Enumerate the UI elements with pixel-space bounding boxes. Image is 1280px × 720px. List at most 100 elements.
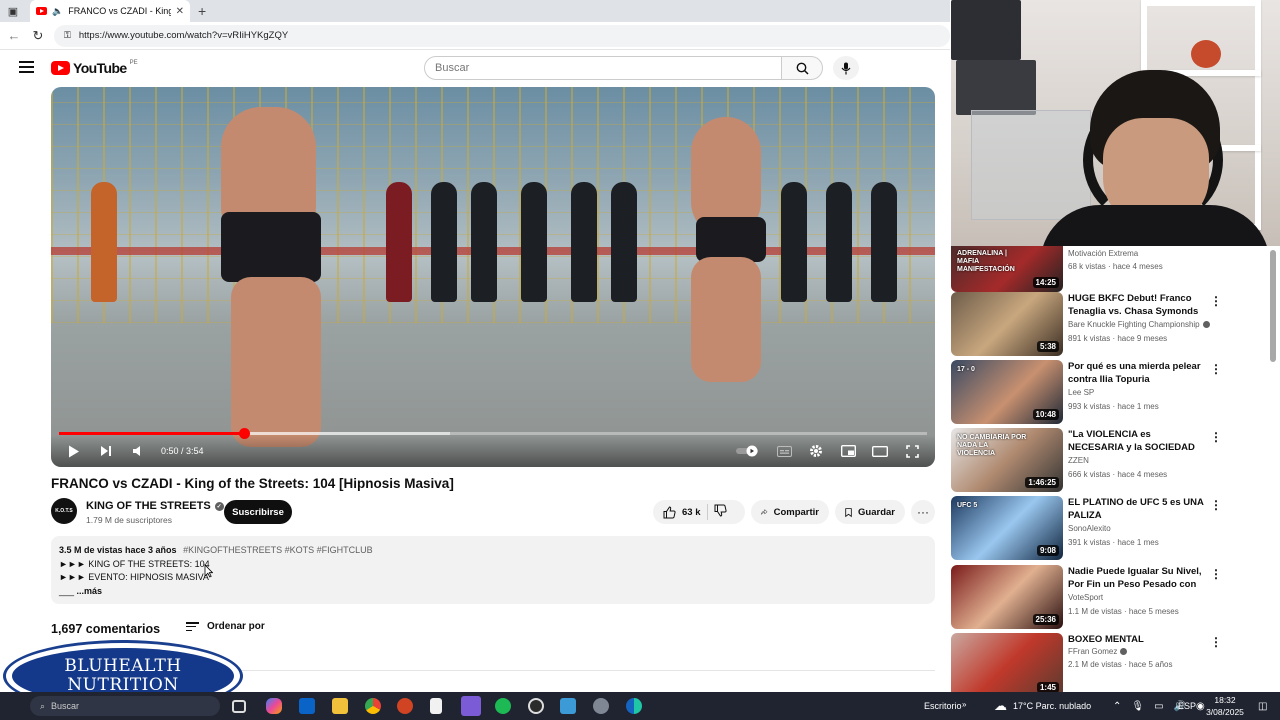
recommendation-thumbnail[interactable]: UFC 5 9:08 — [951, 496, 1063, 560]
site-info-icon[interactable]: ⚿ — [64, 30, 71, 41]
theater-mode-button[interactable] — [871, 442, 889, 460]
search-input[interactable]: Buscar — [424, 56, 782, 80]
recommendation-title[interactable]: "La VIOLENCIA es NECESARIA y la SOCIEDAD… — [1068, 428, 1206, 454]
obs-icon[interactable] — [528, 698, 544, 714]
outlook-icon[interactable] — [299, 698, 315, 714]
channel-avatar[interactable]: K.O.T.S — [51, 498, 77, 524]
recommendation-title[interactable]: Nadie Puede Igualar Su Nivel, Por Fin un… — [1068, 565, 1206, 591]
volume-button[interactable] — [129, 442, 147, 460]
recommendation-thumbnail[interactable]: 25:36 — [951, 565, 1063, 629]
new-tab-icon[interactable]: + — [198, 3, 206, 19]
player-controls: 0:50 / 3:54 — [51, 435, 935, 467]
streaming-app-icon[interactable] — [461, 696, 481, 716]
video-player[interactable]: 0:50 / 3:54 — [51, 87, 935, 467]
more-actions-button[interactable]: ··· — [911, 500, 935, 524]
weather-widget[interactable]: ☁ 17°C Parc. nublado — [994, 692, 1091, 720]
notifications-icon[interactable]: ◫ — [1258, 692, 1267, 720]
tray-microphone-icon[interactable]: 🎙 — [1131, 701, 1144, 712]
back-icon[interactable]: ← — [6, 28, 22, 43]
more-options-icon[interactable]: ⋮ — [1210, 362, 1222, 376]
like-button[interactable]: 63 k — [663, 505, 701, 519]
show-more-link[interactable]: ...más — [77, 586, 103, 596]
recommendation-title[interactable]: EL PLATINO de UFC 5 es UNA PALIZA — [1068, 496, 1206, 522]
speaker-icon[interactable]: 🔈 — [52, 6, 63, 17]
dislike-button[interactable] — [714, 504, 727, 520]
recommendation-meta: 68 k vistas · hace 4 meses — [1068, 262, 1163, 271]
spotify-icon[interactable] — [495, 698, 511, 714]
hashtags[interactable]: #KINGOFTHESTREETS #KOTS #FIGHTCLUB — [183, 545, 373, 555]
recommendation-item[interactable]: ADRENALINA | MAFIA MANIFESTACIÓN 14:25 Mot… — [951, 246, 1280, 292]
recommendation-channel[interactable]: FFran Gomez — [1068, 647, 1128, 656]
recommendation-item[interactable]: UFC 5 9:08 EL PLATINO de UFC 5 es UNA PALI… — [951, 496, 1280, 560]
hamburger-menu-icon[interactable] — [19, 61, 34, 73]
notepad-icon[interactable] — [430, 698, 442, 714]
recommendation-item[interactable]: 5:38 HUGE BKFC Debut! Franco Tenaglia vs.… — [951, 292, 1280, 356]
recommendation-item[interactable]: 17 - 0 10:48 Por qué es una mierda pelear … — [951, 360, 1280, 424]
copilot-icon[interactable] — [266, 698, 282, 714]
recommendation-item[interactable]: 25:36 Nadie Puede Igualar Su Nivel, Por F… — [951, 565, 1280, 629]
search-button[interactable] — [781, 56, 823, 80]
autoplay-toggle[interactable] — [735, 442, 761, 460]
file-explorer-icon[interactable] — [332, 698, 348, 714]
recommendation-channel[interactable]: SonoAlexito — [1068, 524, 1111, 533]
browser-tab[interactable]: 🔈 FRANCO vs CZADI - King of ✕ — [30, 0, 190, 22]
video-frame-fighter-right-legs — [691, 257, 761, 382]
save-button[interactable]: Guardar — [835, 500, 905, 524]
recommendation-channel[interactable]: Motivación Extrema — [1068, 249, 1138, 258]
settings-button[interactable] — [807, 442, 825, 460]
video-duration: 1:45 — [1036, 682, 1059, 692]
channel-name-link[interactable]: KING OF THE STREETS ✓ — [86, 500, 224, 512]
voice-search-button[interactable] — [833, 56, 859, 80]
recommendation-channel[interactable]: Lee SP — [1068, 388, 1094, 397]
taskbar-search[interactable]: ⌕ Buscar — [30, 696, 220, 716]
reload-icon[interactable]: ↻ — [30, 28, 46, 44]
chevron-up-icon[interactable]: ⌃ — [1113, 701, 1121, 712]
description-box[interactable]: 3.5 M de vistas hace 3 años #KINGOFTHEST… — [51, 536, 935, 604]
url-field[interactable]: ⚿ https://www.youtube.com/watch?v=vRIiHY… — [54, 24, 950, 47]
subscribe-button[interactable]: Suscribirse — [224, 500, 292, 524]
recommendation-thumbnail[interactable]: 17 - 0 10:48 — [951, 360, 1063, 424]
channel-name: KING OF THE STREETS — [86, 500, 211, 512]
more-options-icon[interactable]: ⋮ — [1210, 430, 1222, 444]
recommendation-title[interactable]: HUGE BKFC Debut! Franco Tenaglia vs. Cha… — [1068, 292, 1206, 318]
taskbar-clock[interactable]: 18:32 3/08/2025 — [1200, 694, 1250, 718]
settings-gear-icon[interactable] — [593, 698, 609, 714]
edge-icon[interactable] — [626, 698, 642, 714]
sort-comments-button[interactable]: Ordenar por — [186, 621, 265, 632]
more-options-icon[interactable]: ⋮ — [1210, 498, 1222, 512]
recommendation-thumbnail[interactable]: NO CAMBIARIA POR NADA LA VIOLENCIA 1:46:2… — [951, 428, 1063, 492]
more-options-icon[interactable]: ⋮ — [1210, 635, 1222, 649]
recommendation-channel[interactable]: VoteSport — [1068, 593, 1103, 602]
taskbar-desktop-label[interactable]: Escritorio — [924, 692, 962, 720]
recommendation-title[interactable]: Por qué es una mierda pelear contra Ilia… — [1068, 360, 1206, 386]
miniplayer-button[interactable] — [839, 442, 857, 460]
recommendation-channel[interactable]: ZZEN — [1068, 456, 1089, 465]
input-language[interactable]: ESP — [1178, 692, 1196, 720]
browser-tab-bar: ▣ 🔈 FRANCO vs CZADI - King of ✕ + — [0, 0, 950, 22]
recommendation-thumbnail[interactable]: ADRENALINA | MAFIA MANIFESTACIÓN 14:25 — [951, 246, 1063, 292]
more-options-icon[interactable]: ⋮ — [1210, 567, 1222, 581]
play-button[interactable] — [65, 442, 83, 460]
subtitles-button[interactable] — [775, 442, 793, 460]
recommendation-item[interactable]: NO CAMBIARIA POR NADA LA VIOLENCIA 1:46:2… — [951, 428, 1280, 492]
app-window-icon[interactable] — [560, 698, 576, 714]
share-button[interactable]: Compartir — [751, 500, 829, 524]
scrollbar-thumb[interactable] — [1270, 250, 1276, 362]
recommendation-title[interactable]: BOXEO MENTAL — [1068, 633, 1206, 646]
recommendation-channel[interactable]: Bare Knuckle Fighting Championship — [1068, 320, 1210, 329]
recommendation-item[interactable]: 1:45 BOXEO MENTAL ⋮ FFran Gomez 2.1 M de vis… — [951, 633, 1280, 692]
more-options-icon[interactable]: ⋮ — [1210, 294, 1222, 308]
next-button[interactable] — [97, 442, 115, 460]
like-count: 63 k — [682, 506, 701, 518]
network-icon[interactable]: ▭ — [1154, 701, 1163, 712]
close-tab-icon[interactable]: ✕ — [176, 6, 184, 17]
recommendation-thumbnail[interactable]: 5:38 — [951, 292, 1063, 356]
chrome-icon[interactable] — [365, 698, 381, 714]
powerpoint-icon[interactable] — [397, 698, 413, 714]
youtube-logo[interactable]: YouTube PE — [51, 60, 138, 76]
window-menu-icon[interactable]: ▣ — [0, 0, 26, 22]
recommendation-thumbnail[interactable]: 1:45 — [951, 633, 1063, 692]
fullscreen-button[interactable] — [903, 442, 921, 460]
taskbar-overflow-icon[interactable]: » — [962, 690, 966, 718]
task-view-icon[interactable] — [232, 700, 246, 713]
